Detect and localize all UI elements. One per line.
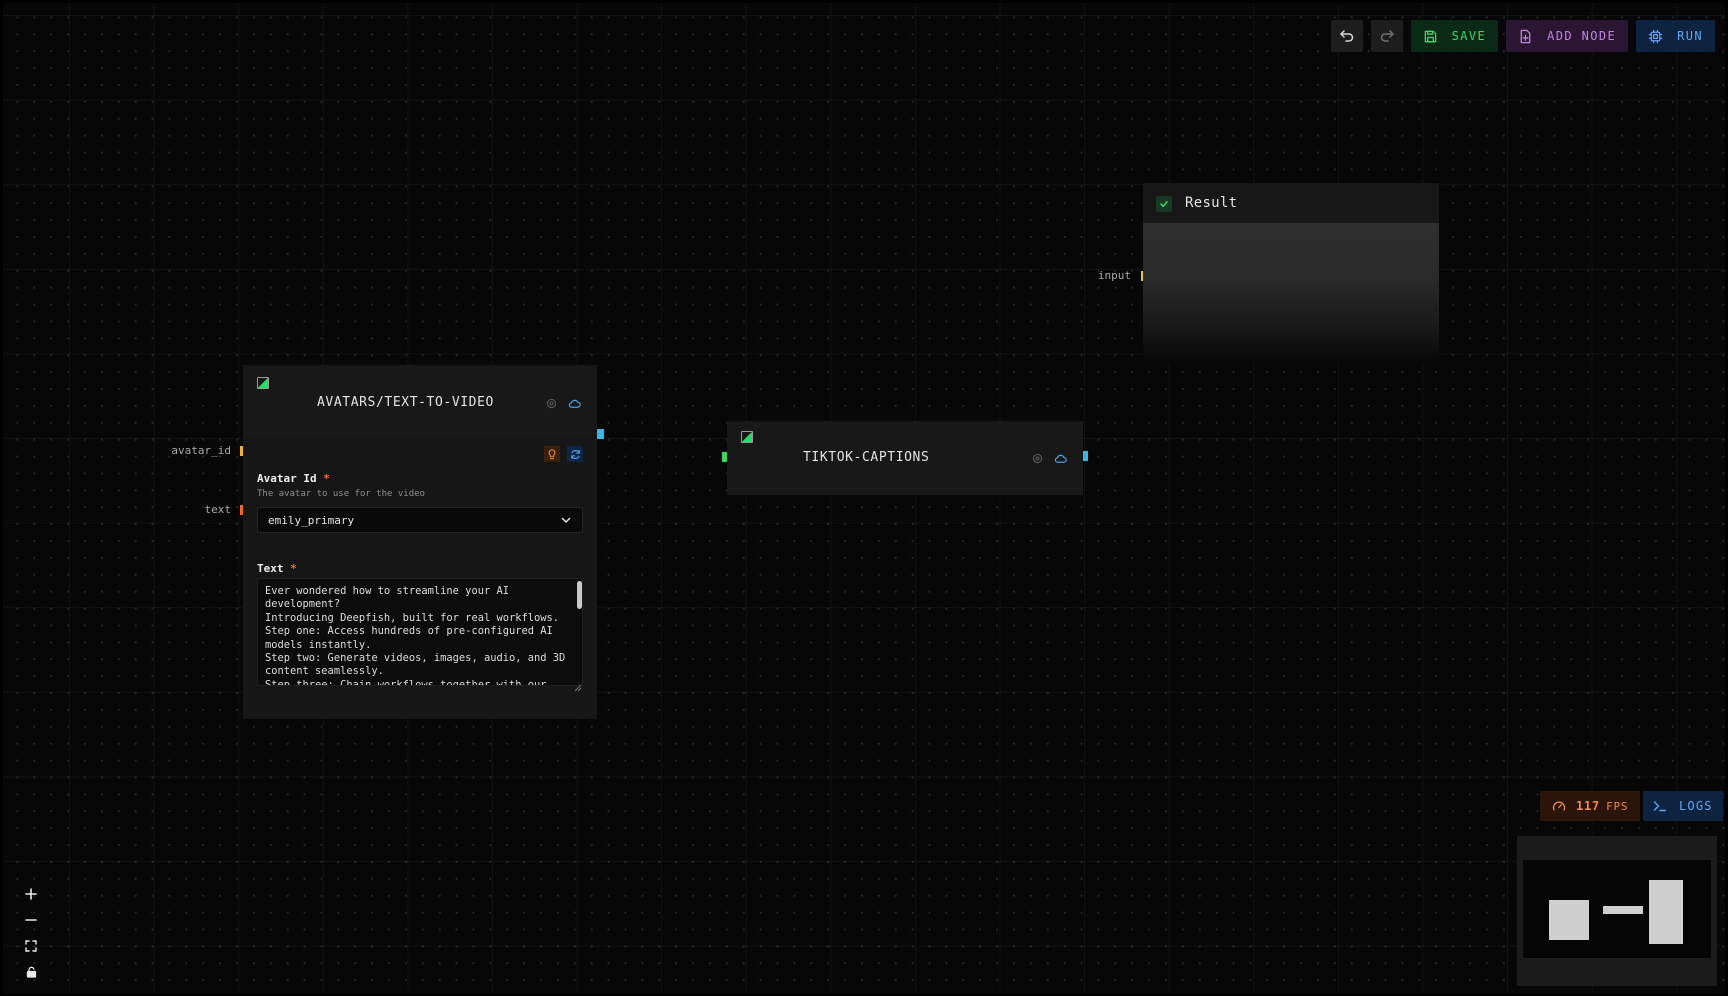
minimap-viewport[interactable] (1523, 860, 1711, 958)
terminal-icon (1653, 801, 1667, 812)
save-label: SAVE (1451, 29, 1487, 43)
avatar-id-description: The avatar to use for the video (257, 489, 425, 499)
file-plus-icon (1520, 29, 1531, 43)
add-node-label: ADD NODE (1547, 29, 1617, 43)
result-node-header[interactable]: Result (1143, 183, 1439, 223)
minimap[interactable] (1517, 836, 1717, 986)
redo-icon (1380, 30, 1394, 42)
fps-value: 117 (1576, 799, 1601, 813)
lightbulb-icon[interactable] (544, 446, 560, 462)
undo-button[interactable] (1330, 20, 1363, 52)
textarea-scrollbar[interactable] (577, 581, 582, 609)
text-field-label: Text * (257, 562, 297, 575)
text-to-video-title: AVATARS/TEXT-TO-VIDEO (317, 395, 494, 410)
result-preview (1143, 223, 1439, 363)
avatar-id-label-text: Avatar Id (257, 472, 317, 485)
minimap-node (1603, 906, 1643, 914)
result-title: Result (1185, 195, 1238, 211)
avatar-id-port-label: avatar_id (171, 444, 231, 457)
gauge-icon (1552, 801, 1566, 811)
run-label: RUN (1677, 29, 1703, 43)
resize-handle-icon[interactable] (574, 677, 582, 692)
cpu-icon (1648, 29, 1663, 43)
result-input-label: input (1097, 269, 1131, 282)
logs-button[interactable]: LOGS (1643, 791, 1723, 821)
text-to-video-node[interactable]: AVATARS/TEXT-TO-VIDEO Avatar Id * The av… (243, 365, 597, 719)
add-node-button[interactable]: ADD NODE (1506, 20, 1629, 52)
refresh-icon[interactable] (567, 446, 583, 462)
undo-icon (1339, 30, 1353, 42)
required-mark: * (323, 472, 330, 485)
lock-icon (26, 966, 36, 978)
minimap-node (1649, 880, 1683, 944)
check-icon (1156, 196, 1172, 212)
minimap-node (1549, 900, 1589, 940)
toolbar: SAVE ADD NODE RUN (1330, 20, 1715, 52)
minus-icon (25, 919, 37, 921)
tiktok-captions-title: TIKTOK-CAPTIONS (803, 450, 930, 465)
text-textarea[interactable]: Ever wondered how to streamline your AI … (257, 578, 583, 686)
settings-icon[interactable] (546, 398, 557, 409)
logs-label: LOGS (1679, 799, 1713, 813)
plus-icon (25, 888, 37, 900)
fps-unit: FPS (1606, 799, 1629, 813)
chevron-down-icon (561, 517, 571, 523)
avatar-id-label: Avatar Id * (257, 472, 330, 485)
redo-button[interactable] (1370, 20, 1403, 52)
tiktok-captions-node[interactable]: TIKTOK-CAPTIONS (727, 421, 1083, 495)
cloud-icon[interactable] (568, 398, 581, 409)
required-mark: * (290, 562, 297, 575)
text-to-video-header[interactable]: AVATARS/TEXT-TO-VIDEO (243, 365, 597, 437)
fit-view-button[interactable] (21, 936, 41, 956)
tiktok-captions-header[interactable]: TIKTOK-CAPTIONS (727, 421, 1083, 495)
node-image-icon (257, 377, 269, 389)
settings-icon[interactable] (1032, 453, 1043, 464)
fullscreen-icon (25, 940, 37, 952)
save-icon (1424, 30, 1436, 42)
result-node[interactable]: Result (1143, 183, 1439, 363)
run-button[interactable]: RUN (1636, 20, 1715, 52)
text-field-label-text: Text (257, 562, 284, 575)
node-image-icon (741, 431, 753, 443)
save-button[interactable]: SAVE (1410, 20, 1499, 52)
zoom-out-button[interactable] (21, 910, 41, 930)
lock-button[interactable] (21, 962, 41, 982)
workflow-canvas[interactable]: SAVE ADD NODE RUN input Result avatar_id (3, 3, 1725, 993)
avatar-id-select[interactable]: emily_primary (257, 507, 583, 533)
fps-counter: 117 FPS (1540, 791, 1641, 821)
avatar-id-value: emily_primary (268, 513, 355, 527)
zoom-in-button[interactable] (21, 884, 41, 904)
cloud-icon[interactable] (1054, 453, 1067, 464)
text-port-label: text (204, 503, 232, 516)
